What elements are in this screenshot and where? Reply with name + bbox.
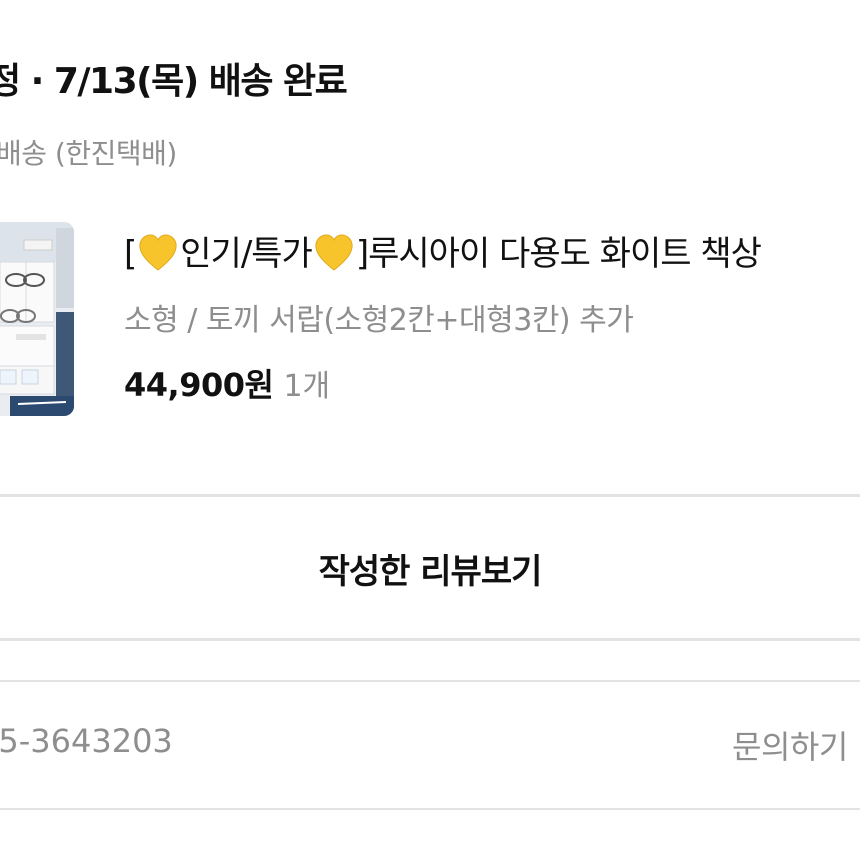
product-price: 44,900원 (124, 366, 274, 404)
product-name[interactable]: [ 인기/특가 ]루시아이 다용도 화이트 책상 (124, 226, 762, 275)
product-thumbnail[interactable] (0, 222, 74, 416)
product-quantity: 1개 (283, 369, 331, 404)
product-photo (0, 222, 74, 416)
inquiry-link[interactable]: 문의하기 (732, 722, 848, 768)
divider (0, 808, 860, 810)
seller-phone-number: 55-3643203 (0, 722, 173, 760)
delivery-status-title: 정 · 7/13(목) 배송 완료 (0, 61, 348, 102)
product-name-badge: 인기/특가 (180, 234, 313, 274)
yellow-heart-icon (315, 234, 353, 271)
divider (0, 638, 860, 641)
product-option: 소형 / 토끼 서랍(소형2칸+대형3칸) 추가 (124, 303, 634, 338)
divider (0, 680, 860, 682)
view-review-button[interactable]: 작성한 리뷰보기 (0, 500, 860, 636)
product-price-row: 44,900원 1개 (124, 360, 330, 406)
shipping-method: 배송 (한진택배) (0, 137, 177, 170)
order-detail-page: 정 · 7/13(목) 배송 완료 배송 (한진택배) [인기/특가]루시아이 (0, 0, 860, 860)
yellow-heart-icon (139, 234, 177, 271)
product-name-prefix: [ (124, 234, 137, 274)
divider (0, 494, 860, 497)
product-name-text: ]루시아이 다용도 화이트 책상 (355, 234, 762, 274)
